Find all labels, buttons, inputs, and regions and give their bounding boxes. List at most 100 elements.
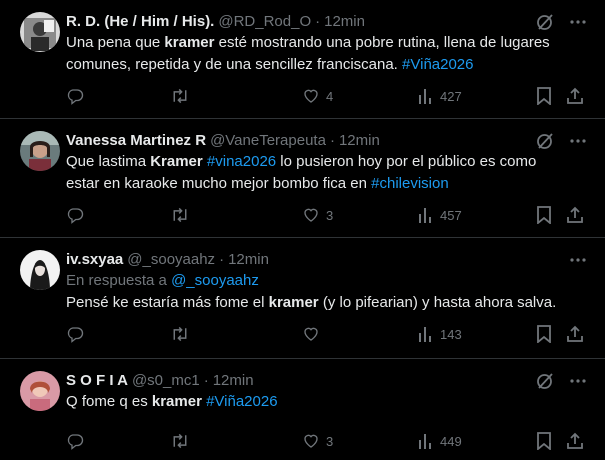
- avatar[interactable]: [20, 250, 60, 290]
- more-dots-icon[interactable]: [569, 12, 587, 32]
- slash-circle-icon[interactable]: [535, 131, 555, 151]
- bookmark-button[interactable]: [536, 206, 552, 224]
- separator-dot: ·: [329, 131, 335, 149]
- heart-icon: [302, 87, 320, 105]
- slash-circle-icon[interactable]: [535, 371, 555, 391]
- hashtag-link[interactable]: #Viña2026: [402, 56, 473, 73]
- action-bar: 4 427: [66, 76, 589, 116]
- text-segment: Una pena que: [66, 34, 165, 51]
- separator-dot: ·: [203, 371, 209, 389]
- reply-handle-link[interactable]: @_sooyaahz: [171, 272, 259, 289]
- reply-prefix: En respuesta a: [66, 272, 172, 289]
- display-name[interactable]: S O F I A: [66, 372, 128, 389]
- bookmark-icon: [536, 87, 552, 105]
- reply-icon: [66, 432, 84, 450]
- tweet[interactable]: R. D. (He / Him / His). @RD_Rod_O · 12mi…: [0, 0, 605, 119]
- views-button[interactable]: 449: [418, 432, 462, 450]
- view-count: 427: [440, 88, 462, 104]
- tweet[interactable]: Vanessa Martinez R @VaneTerapeuta · 12mi…: [0, 119, 605, 238]
- user-handle[interactable]: @RD_Rod_O: [218, 13, 311, 30]
- reply-button[interactable]: [66, 206, 84, 224]
- avatar[interactable]: [20, 371, 60, 411]
- like-count: 3: [326, 433, 334, 449]
- retweet-icon: [170, 432, 190, 450]
- reply-button[interactable]: [66, 87, 84, 105]
- reply-button[interactable]: [66, 432, 84, 450]
- views-button[interactable]: 143: [418, 325, 462, 343]
- timestamp[interactable]: 12min: [228, 251, 269, 268]
- separator-dot: ·: [219, 250, 225, 268]
- text-segment: Que lastima: [66, 153, 151, 170]
- hashtag-link[interactable]: #Viña2026: [206, 393, 277, 410]
- user-handle[interactable]: @VaneTerapeuta: [210, 132, 326, 149]
- tweet-text: Q fome q es kramer #Viña2026: [66, 391, 589, 413]
- text-segment: Q fome q es: [66, 393, 152, 410]
- retweet-button[interactable]: [170, 87, 190, 105]
- tweet-feed: R. D. (He / Him / His). @RD_Rod_O · 12mi…: [0, 0, 605, 460]
- share-icon: [566, 87, 584, 105]
- bookmark-button[interactable]: [536, 432, 552, 450]
- share-button[interactable]: [566, 325, 584, 343]
- text-segment: Pensé ke estaría más fome el: [66, 294, 269, 311]
- reply-icon: [66, 87, 84, 105]
- timestamp[interactable]: 12min: [324, 13, 365, 30]
- display-name[interactable]: iv.sxyaa: [66, 251, 123, 268]
- like-count: 3: [326, 207, 334, 223]
- like-button[interactable]: [302, 325, 320, 343]
- highlighted-keyword: Kramer: [150, 153, 203, 170]
- share-button[interactable]: [566, 432, 584, 450]
- retweet-icon: [170, 325, 190, 343]
- avatar[interactable]: [20, 131, 60, 171]
- highlighted-keyword: kramer: [268, 294, 319, 311]
- views-button[interactable]: 457: [418, 206, 462, 224]
- user-handle[interactable]: @_sooyaahz: [127, 251, 215, 268]
- heart-icon: [302, 432, 320, 450]
- bookmark-button[interactable]: [536, 87, 552, 105]
- bookmark-icon: [536, 432, 552, 450]
- more-dots-icon[interactable]: [569, 371, 587, 391]
- display-name[interactable]: R. D. (He / Him / His).: [66, 13, 214, 30]
- separator-dot: ·: [315, 12, 321, 30]
- like-button[interactable]: 4: [302, 87, 333, 105]
- reply-context: En respuesta a @_sooyaahz: [66, 270, 589, 292]
- share-icon: [566, 432, 584, 450]
- view-count: 457: [440, 207, 462, 223]
- view-count: 449: [440, 433, 462, 449]
- text-segment: (y lo pifearian) y hasta ahora salva.: [318, 294, 557, 311]
- highlighted-keyword: kramer: [164, 34, 215, 51]
- bookmark-icon: [536, 206, 552, 224]
- view-count: 143: [440, 326, 462, 342]
- heart-icon: [302, 206, 320, 224]
- reply-button[interactable]: [66, 325, 84, 343]
- views-button[interactable]: 427: [418, 87, 462, 105]
- retweet-button[interactable]: [170, 432, 190, 450]
- action-bar: 3 449: [66, 421, 589, 460]
- like-count: 4: [326, 88, 334, 104]
- like-button[interactable]: 3: [302, 206, 333, 224]
- timestamp[interactable]: 12min: [213, 372, 254, 389]
- highlighted-keyword: kramer: [151, 393, 202, 410]
- tweet-text: Que lastima Kramer #vina2026 lo pusieron…: [66, 151, 589, 195]
- views-bars-icon: [418, 325, 434, 343]
- display-name[interactable]: Vanessa Martinez R: [66, 132, 206, 149]
- like-button[interactable]: 3: [302, 432, 333, 450]
- user-handle[interactable]: @s0_mc1: [132, 372, 200, 389]
- more-dots-icon[interactable]: [569, 250, 587, 270]
- share-button[interactable]: [566, 206, 584, 224]
- retweet-button[interactable]: [170, 206, 190, 224]
- retweet-button[interactable]: [170, 325, 190, 343]
- hashtag-link[interactable]: #vina2026: [207, 153, 276, 170]
- tweet[interactable]: iv.sxyaa @_sooyaahz · 12min En respuesta…: [0, 238, 605, 359]
- bookmark-icon: [536, 325, 552, 343]
- share-button[interactable]: [566, 87, 584, 105]
- action-bar: 3 457: [66, 195, 589, 235]
- bookmark-button[interactable]: [536, 325, 552, 343]
- avatar[interactable]: [20, 12, 60, 52]
- reply-icon: [66, 206, 84, 224]
- hashtag-link[interactable]: #chilevision: [371, 175, 449, 192]
- more-dots-icon[interactable]: [569, 131, 587, 151]
- timestamp[interactable]: 12min: [339, 132, 380, 149]
- slash-circle-icon[interactable]: [535, 12, 555, 32]
- views-bars-icon: [418, 87, 434, 105]
- tweet[interactable]: S O F I A @s0_mc1 · 12min Q fome q es kr…: [0, 359, 605, 460]
